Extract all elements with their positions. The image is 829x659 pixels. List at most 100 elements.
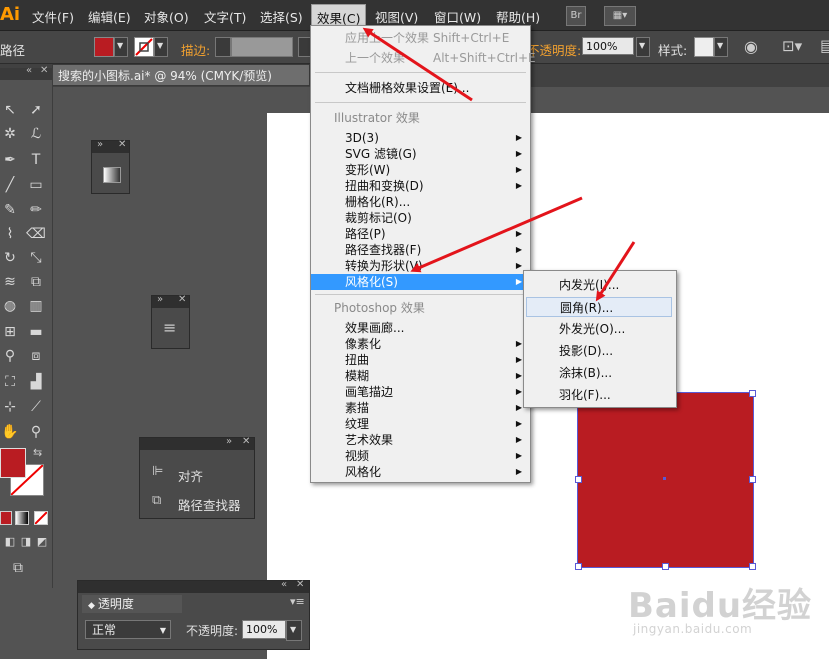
menu-item-illustrator-effect[interactable]: 路径查找器(F) ▶ (311, 242, 530, 258)
pathfinder-panel-label[interactable]: 路径查找器 (178, 495, 241, 514)
gradient-panel-icon[interactable] (103, 167, 121, 183)
eyedropper-tool-icon[interactable]: ⚲ (0, 346, 20, 366)
graphic-style-swatch[interactable] (694, 37, 714, 57)
menu-item-illustrator-effect[interactable]: 路径(P) ▶ (311, 226, 530, 242)
menu-item-photoshop-effect[interactable]: 艺术效果 ▶ (311, 432, 530, 448)
selection-handle[interactable] (662, 563, 669, 570)
opacity-dropdown[interactable]: ▼ (636, 37, 650, 57)
menu-window[interactable]: 窗口(W) (434, 7, 481, 26)
menu-item-raster-effects-settings[interactable]: 文档栅格效果设置(E)... (311, 80, 530, 96)
selection-handle[interactable] (575, 563, 582, 570)
selected-red-rectangle[interactable] (577, 392, 754, 568)
menu-item-photoshop-effect[interactable]: 效果画廊... (311, 320, 530, 336)
menu-item-photoshop-effect[interactable]: 风格化 ▶ (311, 464, 530, 480)
panel-header[interactable]: » ✕ (92, 139, 129, 153)
stroke-weight-input[interactable] (231, 37, 293, 57)
menu-view[interactable]: 视图(V) (375, 7, 418, 26)
lasso-tool-icon[interactable]: ℒ (26, 124, 46, 144)
menu-select[interactable]: 选择(S) (260, 7, 303, 26)
warp-tool-icon[interactable]: ≋ (0, 272, 20, 292)
menu-item-photoshop-effect[interactable]: 扭曲 ▶ (311, 352, 530, 368)
menu-item-last-effect[interactable]: 上一个效果 Alt+Shift+Ctrl+E (311, 50, 536, 66)
menu-item-illustrator-effect[interactable]: 栅格化(R)... (311, 194, 530, 210)
symbol-sprayer-tool-icon[interactable]: ⛶ (0, 372, 20, 392)
type-tool-icon[interactable]: T (26, 150, 46, 170)
align-options-icon[interactable]: ⊡▾ (782, 37, 802, 55)
tools-panel-header[interactable]: «✕ (0, 65, 52, 80)
panel-header[interactable]: » ✕ (152, 294, 189, 308)
fill-color-front[interactable] (0, 448, 26, 478)
line-tool-icon[interactable]: ╱ (0, 175, 20, 195)
menu-item-illustrator-effect[interactable]: 风格化(S) ▶ (311, 274, 530, 290)
menu-edit[interactable]: 编辑(E) (88, 7, 131, 26)
submenu-item-stylize[interactable]: 投影(D)... (526, 341, 672, 361)
eraser-tool-icon[interactable]: ⌫ (26, 224, 46, 244)
swap-colors-icon[interactable]: ⇆ (33, 446, 42, 459)
selection-handle[interactable] (575, 476, 582, 483)
selection-handle[interactable] (749, 476, 756, 483)
gradient-mode-icon[interactable] (15, 511, 29, 525)
rotate-tool-icon[interactable]: ↻ (0, 248, 20, 268)
gradient-tool-icon[interactable]: ▬ (26, 322, 46, 342)
menu-item-photoshop-effect[interactable]: 素描 ▶ (311, 400, 530, 416)
stroke-panel-icon[interactable]: ≡ (163, 318, 176, 337)
menu-item-photoshop-effect[interactable]: 纹理 ▶ (311, 416, 530, 432)
submenu-item-stylize[interactable]: 涂抹(B)... (526, 363, 672, 383)
menu-item-illustrator-effect[interactable]: 扭曲和变换(D) ▶ (311, 178, 530, 194)
menu-item-illustrator-effect[interactable]: 3D(3) ▶ (311, 130, 530, 146)
menu-file[interactable]: 文件(F) (32, 7, 74, 26)
panel-menu-icon[interactable]: ▤ (820, 36, 829, 55)
panel-header[interactable]: » ✕ (140, 436, 254, 450)
pen-tool-icon[interactable]: ✒ (0, 150, 20, 170)
fill-dropdown[interactable]: ▼ (114, 37, 128, 57)
submenu-item-stylize[interactable]: 圆角(R)... (526, 297, 672, 317)
fill-swatch[interactable] (94, 37, 114, 57)
menu-item-illustrator-effect[interactable]: 转换为形状(V) ▶ (311, 258, 530, 274)
transparency-opacity-dropdown[interactable]: ▼ (286, 620, 302, 641)
stroke-dropdown[interactable]: ▼ (154, 37, 168, 57)
menu-item-illustrator-effect[interactable]: 变形(W) ▶ (311, 162, 530, 178)
submenu-item-stylize[interactable]: 羽化(F)... (526, 385, 672, 405)
menu-item-apply-last-effect[interactable]: 应用上一个效果 Shift+Ctrl+E (311, 30, 530, 46)
direct-selection-tool-icon[interactable]: ➚ (26, 100, 46, 120)
menu-item-photoshop-effect[interactable]: 模糊 ▶ (311, 368, 530, 384)
blend-tool-icon[interactable]: ⧈ (26, 346, 46, 366)
arrange-documents-button[interactable]: ▦▾ (604, 6, 636, 26)
menu-type[interactable]: 文字(T) (204, 7, 246, 26)
selection-handle[interactable] (749, 563, 756, 570)
stroke-swatch[interactable] (134, 37, 154, 57)
screen-mode-icon[interactable]: ⧉ (8, 558, 28, 578)
selection-tool-icon[interactable]: ↖ (0, 100, 20, 120)
menu-help[interactable]: 帮助(H) (496, 7, 540, 26)
color-mode-icon[interactable] (0, 511, 12, 525)
panel-header[interactable]: «✕ (78, 579, 309, 593)
menu-item-photoshop-effect[interactable]: 视频 ▶ (311, 448, 530, 464)
menu-item-illustrator-effect[interactable]: 裁剪标记(O) (311, 210, 530, 226)
opacity-input[interactable]: 100% (582, 37, 634, 55)
paintbrush-tool-icon[interactable]: ✎ (0, 200, 20, 220)
none-mode-icon[interactable] (34, 511, 48, 525)
submenu-item-stylize[interactable]: 外发光(O)... (526, 319, 672, 339)
bridge-button[interactable]: Br (566, 6, 586, 26)
recolor-icon[interactable]: ◉ (744, 37, 758, 56)
scale-tool-icon[interactable]: ⤡ (26, 248, 46, 268)
stroke-weight-label[interactable]: 描边: (181, 40, 210, 59)
column-graph-tool-icon[interactable]: ▟ (26, 372, 46, 392)
pencil-tool-icon[interactable]: ✏ (26, 200, 46, 220)
graphic-style-dropdown[interactable]: ▼ (714, 37, 728, 57)
perspective-grid-tool-icon[interactable]: ▥ (26, 296, 46, 316)
panel-options-icon[interactable]: ▾≡ (290, 595, 305, 608)
blend-mode-select[interactable]: 正常 ▼ (85, 620, 171, 639)
free-transform-tool-icon[interactable]: ⧉ (26, 272, 46, 292)
align-panel-label[interactable]: 对齐 (178, 466, 203, 485)
magic-wand-tool-icon[interactable]: ✲ (0, 124, 20, 144)
shape-builder-tool-icon[interactable]: ◍ (0, 296, 20, 316)
hand-tool-icon[interactable]: ✋ (0, 422, 20, 442)
blob-brush-tool-icon[interactable]: ⌇ (0, 224, 20, 244)
transparency-tab[interactable]: ◆ 透明度 (82, 595, 182, 613)
menu-item-photoshop-effect[interactable]: 画笔描边 ▶ (311, 384, 530, 400)
submenu-item-stylize[interactable]: 内发光(I)... (526, 275, 672, 295)
menu-item-illustrator-effect[interactable]: SVG 滤镜(G) ▶ (311, 146, 530, 162)
slice-tool-icon[interactable]: ⟋ (26, 397, 46, 417)
artboard-tool-icon[interactable]: ⊹ (0, 397, 20, 417)
